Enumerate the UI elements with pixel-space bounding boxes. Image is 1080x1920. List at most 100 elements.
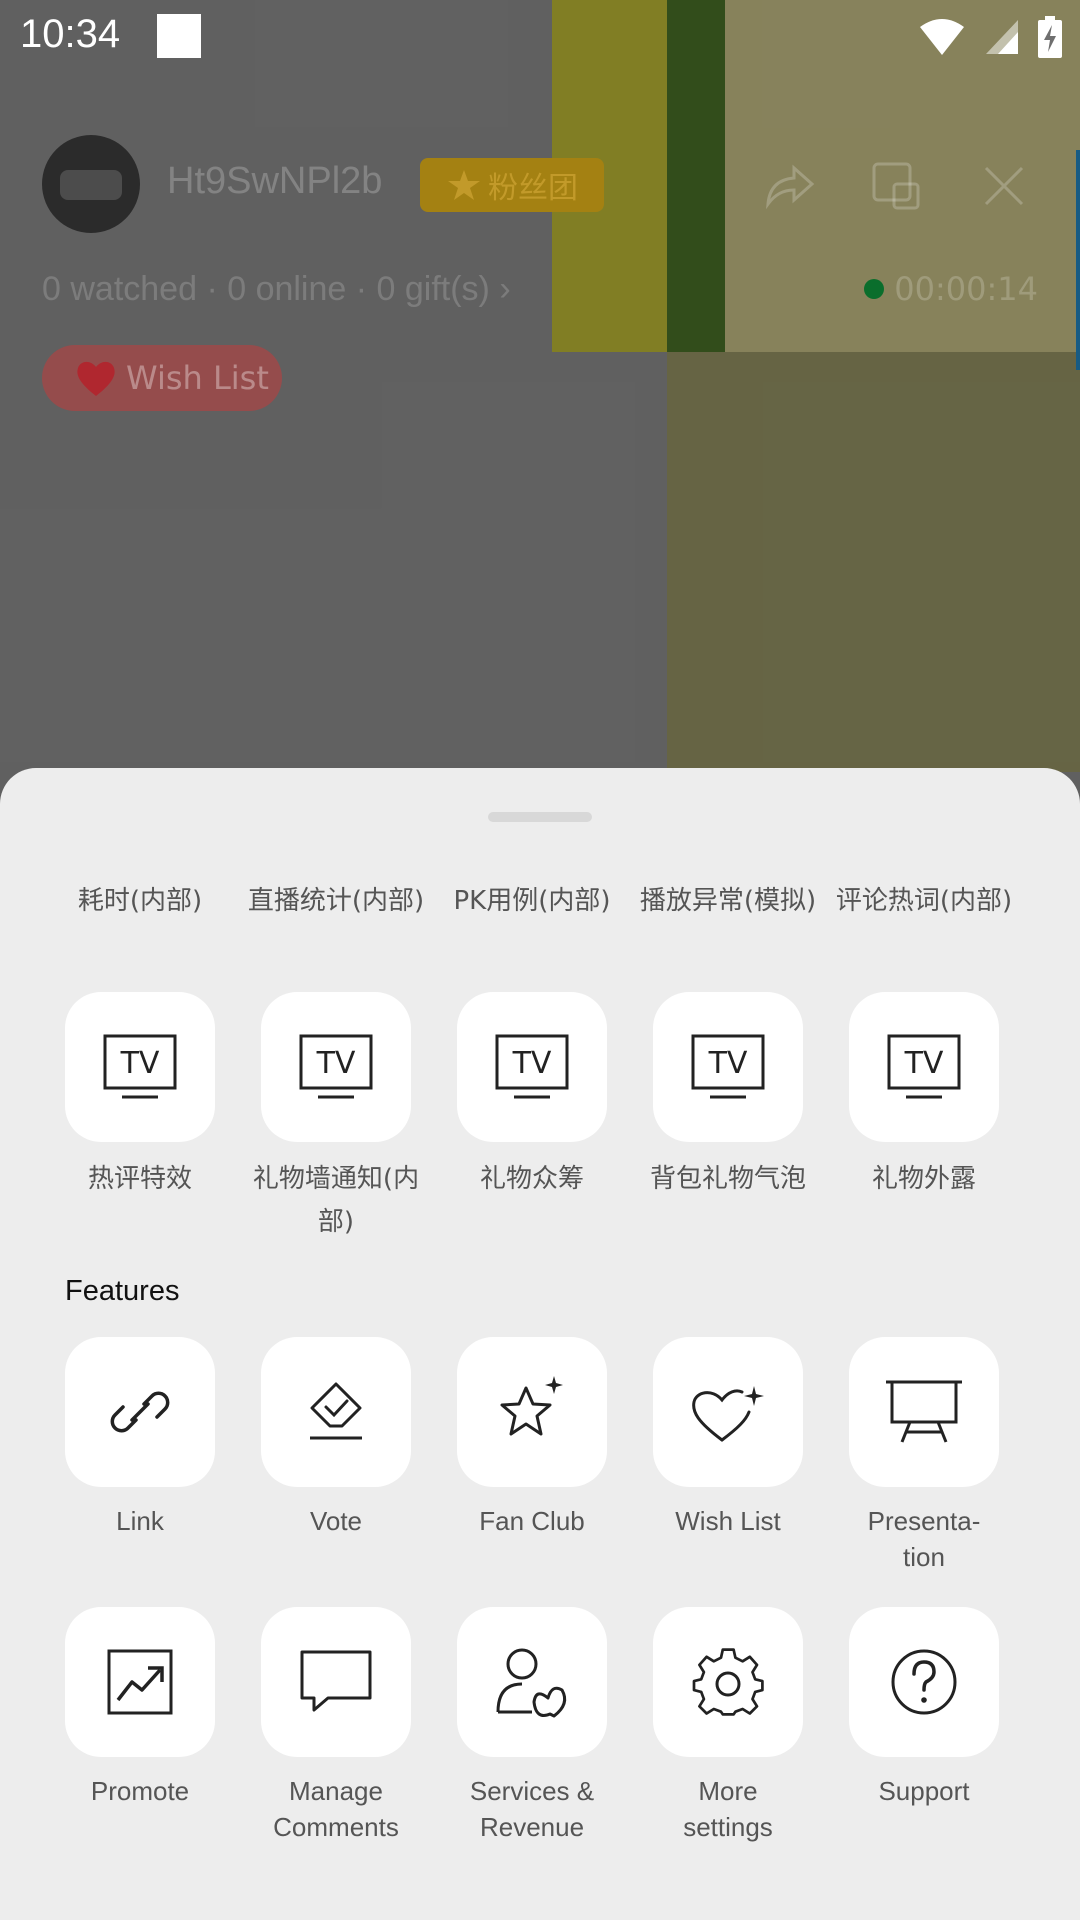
feature-tile[interactable]	[457, 1607, 607, 1757]
internal-tools-top-row: 耗时(内部) 直播统计(内部) PK用例(内部) 播放异常(模拟) 评论热词(内…	[0, 880, 1080, 923]
tool-playback-error[interactable]: 播放异常(模拟)	[630, 880, 826, 923]
feature-more-settings[interactable]: More settings	[630, 1607, 826, 1845]
tool-live-stats[interactable]: 直播统计(内部)	[238, 880, 434, 923]
feature-tile[interactable]	[653, 1337, 803, 1487]
feature-promote[interactable]: Promote	[42, 1607, 238, 1845]
heart-icon	[77, 361, 115, 396]
feature-label: Fan Club	[479, 1506, 585, 1536]
feature-label: Services & Revenue	[469, 1776, 595, 1842]
tool-label: 礼物众筹	[479, 1164, 584, 1194]
live-duration: 00:00:14	[894, 270, 1038, 308]
tool-tile[interactable]: TV	[653, 992, 803, 1142]
wish-list-pill[interactable]: Wish List	[42, 345, 282, 411]
feature-label: Presenta- tion	[867, 1506, 981, 1572]
room-stats[interactable]: 0 watched · 0 online · 0 gift(s) ›	[42, 270, 511, 309]
wifi-icon	[920, 19, 964, 55]
wish-list-pill-label: Wish List	[126, 359, 269, 397]
svg-text:TV: TV	[120, 1046, 160, 1081]
tool-hot-comment-effect[interactable]: TV 热评特效	[42, 992, 238, 1244]
tool-label: 礼物墙通知(内部)	[252, 1164, 420, 1237]
feature-manage-comments[interactable]: Manage Comments	[238, 1607, 434, 1845]
feature-label: Promote	[90, 1776, 190, 1806]
feature-tile[interactable]	[849, 1337, 999, 1487]
feature-vote[interactable]: Vote	[238, 1337, 434, 1575]
link-icon	[110, 1391, 170, 1433]
tool-label: 背包礼物气泡	[649, 1164, 806, 1194]
person-butterfly-icon	[496, 1648, 567, 1718]
feature-support[interactable]: Support	[826, 1607, 1022, 1845]
host-name: Ht9SwNPl2b	[167, 160, 383, 202]
status-bar: 10:34	[0, 0, 1080, 75]
trend-chart-icon	[107, 1649, 173, 1715]
tool-gift-exposure[interactable]: TV 礼物外露	[826, 992, 1022, 1244]
tool-backpack-gift-bubble[interactable]: TV 背包礼物气泡	[630, 992, 826, 1244]
features-row-1: Link Vote Fan Club Wish List Presenta- t…	[0, 1337, 1080, 1575]
feature-wish-list[interactable]: Wish List	[630, 1337, 826, 1575]
svg-text:TV: TV	[708, 1046, 748, 1081]
live-dot	[864, 279, 885, 299]
host-avatar[interactable]	[42, 135, 140, 233]
signal-icon	[986, 20, 1018, 54]
feature-label: Wish List	[675, 1506, 781, 1536]
tool-gift-crowdfunding[interactable]: TV 礼物众筹	[434, 992, 630, 1244]
notification-icon	[157, 14, 201, 58]
feature-presentation[interactable]: Presenta- tion	[826, 1337, 1022, 1575]
feature-label: Link	[116, 1506, 164, 1536]
screen-icon[interactable]	[866, 156, 926, 216]
features-section-title: Features	[65, 1275, 180, 1307]
tool-tile[interactable]: TV	[849, 992, 999, 1142]
svg-text:TV: TV	[316, 1046, 356, 1081]
tool-comment-hotwords[interactable]: 评论热词(内部)	[826, 880, 1022, 923]
fan-badge-label: 粉丝团	[488, 171, 578, 206]
feature-tile[interactable]	[849, 1607, 999, 1757]
star-sparkle-icon	[500, 1376, 563, 1436]
gear-icon	[692, 1648, 764, 1716]
feature-label: Vote	[309, 1506, 363, 1536]
feature-fan-club[interactable]: Fan Club	[434, 1337, 630, 1575]
feature-label: More settings	[683, 1776, 773, 1842]
svg-text:TV: TV	[512, 1046, 552, 1081]
share-icon[interactable]	[758, 156, 818, 216]
room-header: Ht9SwNPl2b 粉丝团	[0, 130, 1080, 240]
tool-pk-cases[interactable]: PK用例(内部)	[434, 880, 630, 923]
feature-services-revenue[interactable]: Services & Revenue	[434, 1607, 630, 1845]
feature-tile[interactable]	[261, 1607, 411, 1757]
comment-icon	[300, 1650, 372, 1712]
status-time: 10:34	[20, 12, 121, 56]
star-icon	[448, 170, 480, 200]
question-icon	[891, 1649, 957, 1715]
live-timer: 00:00:14	[864, 270, 1038, 308]
tv-icon: TV	[103, 1034, 177, 1099]
tool-label: 评论热词(内部)	[835, 886, 1013, 916]
feature-label: Manage Comments	[273, 1776, 399, 1842]
vote-icon	[310, 1382, 362, 1440]
feature-tile[interactable]	[653, 1607, 803, 1757]
feature-tile[interactable]	[261, 1337, 411, 1487]
tv-icon: TV	[691, 1034, 765, 1099]
battery-charging-icon	[1038, 16, 1062, 58]
tv-icon: TV	[887, 1034, 961, 1099]
feature-tile[interactable]	[65, 1607, 215, 1757]
svg-text:TV: TV	[904, 1046, 944, 1081]
presentation-icon	[886, 1380, 962, 1443]
tool-tile[interactable]: TV	[65, 992, 215, 1142]
tool-tile[interactable]: TV	[261, 992, 411, 1142]
tool-tile[interactable]: TV	[457, 992, 607, 1142]
internal-tools-row: TV 热评特效 TV 礼物墙通知(内部) TV 礼物众筹 TV 背包礼物气泡 T…	[0, 992, 1080, 1244]
tool-gift-wall-notice[interactable]: TV 礼物墙通知(内部)	[238, 992, 434, 1244]
tool-label: 耗时(内部)	[77, 886, 203, 916]
tool-label: 礼物外露	[871, 1164, 976, 1194]
feature-tile[interactable]	[65, 1337, 215, 1487]
features-row-2: Promote Manage Comments Services & Reven…	[0, 1607, 1080, 1845]
close-icon[interactable]	[974, 156, 1034, 216]
tool-label: PK用例(内部)	[453, 886, 611, 916]
sheet-drag-handle[interactable]	[488, 812, 592, 822]
tv-icon: TV	[299, 1034, 373, 1099]
tool-label: 直播统计(内部)	[247, 886, 425, 916]
feature-tile[interactable]	[457, 1337, 607, 1487]
fan-club-badge[interactable]: 粉丝团	[420, 158, 604, 212]
heart-sparkle-icon	[692, 1386, 764, 1442]
tool-cost-time[interactable]: 耗时(内部)	[42, 880, 238, 923]
feature-link[interactable]: Link	[42, 1337, 238, 1575]
tool-label: 热评特效	[87, 1164, 192, 1194]
